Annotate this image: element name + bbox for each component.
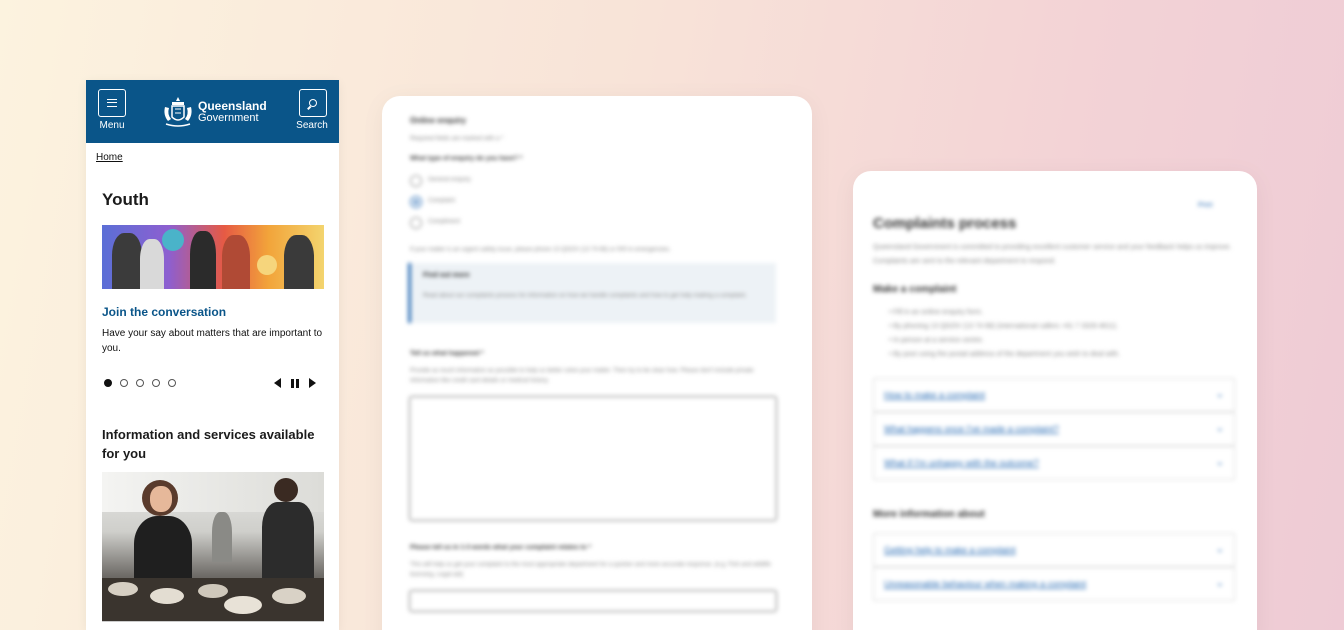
option-label: Complaint <box>428 198 456 204</box>
carousel-controls <box>274 378 316 388</box>
what-happened-label: Tell us what happened * <box>410 350 484 357</box>
safety-note: If your matter is an urgent safety issue… <box>410 247 671 253</box>
mobile-screen: Menu Queensland Government Search Home Y… <box>86 80 339 630</box>
next-icon[interactable] <box>309 378 316 388</box>
menu-label: Menu <box>99 120 125 131</box>
page-title: Youth <box>102 190 149 209</box>
accordion-what-happens[interactable]: What happens once I've made a complaint?… <box>873 412 1235 446</box>
accordion-label: What happens once I've made a complaint? <box>884 424 1059 434</box>
breadcrumb-home[interactable]: Home <box>96 152 123 163</box>
search-icon <box>299 89 327 117</box>
print-link[interactable]: Print <box>1198 202 1212 209</box>
search-label: Search <box>296 120 328 131</box>
bullet-item: • In person at a service centre. <box>889 337 984 344</box>
radio-general-enquiry[interactable] <box>410 175 422 187</box>
process-intro: Queensland Government is committed to pr… <box>873 244 1232 265</box>
menu-button[interactable]: Menu <box>97 89 127 131</box>
carousel-card-text: Have your say about matters that are imp… <box>102 328 323 354</box>
logo-text-government: Government <box>198 112 259 124</box>
chevron-down-icon: ⌄ <box>1215 578 1224 589</box>
info-text: Read about our complaints process for in… <box>423 293 747 299</box>
chevron-down-icon: ⌄ <box>1215 389 1224 400</box>
info-title: Find out more <box>423 272 470 279</box>
services-photo[interactable] <box>102 472 324 622</box>
bullet-item: • Fill in an online enquiry form. <box>889 309 983 316</box>
option-label: General enquiry <box>428 177 471 183</box>
accordion-label: How to make a complaint <box>884 390 986 400</box>
relates-label: Please tell us in 1-3 words what your co… <box>410 544 591 551</box>
qld-gov-logo[interactable]: Queensland Government <box>162 95 267 129</box>
carousel-card-title[interactable]: Join the conversation <box>102 305 226 319</box>
chevron-down-icon: ⌄ <box>1215 457 1224 468</box>
accordion-unhappy-outcome[interactable]: What if I'm unhappy with the outcome? ⌄ <box>873 446 1235 480</box>
accordion-unreasonable-behaviour[interactable]: Unreasonable behaviour when making a com… <box>873 567 1235 601</box>
what-happened-hint: Provide as much information as possible … <box>410 368 754 384</box>
more-info-heading: More information about <box>873 509 985 520</box>
carousel-dot[interactable] <box>152 379 160 387</box>
carousel-dot[interactable] <box>168 379 176 387</box>
relates-hint: This will help us get your complaint to … <box>410 562 771 578</box>
form-heading: Online enquiry <box>410 116 467 125</box>
make-complaint-heading: Make a complaint <box>873 284 957 295</box>
accordion-label: What if I'm unhappy with the outcome? <box>884 458 1039 468</box>
accordion-label: Unreasonable behaviour when making a com… <box>884 579 1087 589</box>
previous-icon[interactable] <box>274 378 281 388</box>
coat-of-arms-icon <box>164 97 192 127</box>
relates-input[interactable] <box>409 590 777 612</box>
required-note: Required fields are marked with a * <box>410 136 504 142</box>
enquiry-type-question: What type of enquiry do you have? * <box>410 155 523 162</box>
option-label: Compliment <box>428 219 461 225</box>
site-header: Menu Queensland Government Search <box>86 80 339 143</box>
hamburger-icon <box>98 89 126 117</box>
carousel-dot[interactable] <box>104 379 112 387</box>
pause-icon[interactable] <box>291 378 299 388</box>
carousel-image <box>102 225 324 289</box>
what-happened-textarea[interactable] <box>409 396 777 521</box>
logo-text-queensland: Queensland <box>198 99 267 113</box>
carousel-dot[interactable] <box>136 379 144 387</box>
chevron-down-icon: ⌄ <box>1215 544 1224 555</box>
radio-complaint[interactable] <box>410 196 422 208</box>
online-enquiry-panel: Online enquiry Required fields are marke… <box>382 96 812 630</box>
accordion-label: Getting help to make a complaint <box>884 545 1016 555</box>
process-heading: Complaints process <box>873 215 1017 232</box>
bullet-item: • By post using the postal address of th… <box>889 351 1120 358</box>
accordion-getting-help[interactable]: Getting help to make a complaint ⌄ <box>873 533 1235 567</box>
chevron-down-icon: ⌄ <box>1215 423 1224 434</box>
carousel-dot[interactable] <box>120 379 128 387</box>
section-title: Information and services available for y… <box>102 427 315 461</box>
radio-compliment[interactable] <box>410 217 422 229</box>
find-out-more-box: Find out more Read about our complaints … <box>408 263 776 323</box>
carousel-dots <box>104 379 176 387</box>
accordion-how-to-complain[interactable]: How to make a complaint ⌄ <box>873 378 1235 412</box>
bullet-item: • By phoning 13 QGOV (13 74 68) (interna… <box>889 323 1118 330</box>
search-button[interactable]: Search <box>296 89 328 131</box>
complaints-process-panel: Print Complaints process Queensland Gove… <box>853 171 1257 630</box>
